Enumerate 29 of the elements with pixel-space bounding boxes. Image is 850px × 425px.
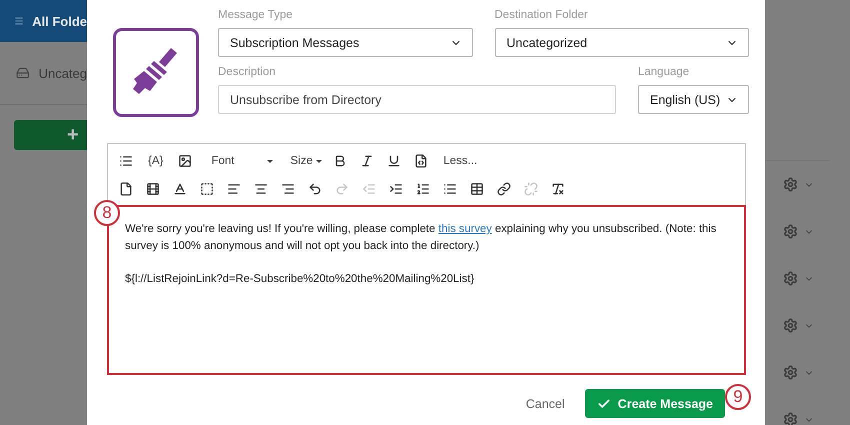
field-label: Destination Folder [494,8,589,23]
dropdown-select[interactable]: English (US) [638,85,749,114]
add-button[interactable]: + [14,120,87,150]
toolbar-button[interactable]: {A} [144,151,168,171]
folder-title: All Folde [32,14,87,28]
message-paragraph: We're sorry you're leaving us! If you're willing, please complete this survey explaining why you unsubscribed. (Note: this survey is 100% anonymous and will not opt you back into the directory.) [125,222,718,254]
settings-icon[interactable] [783,412,798,425]
settings-icon[interactable] [783,365,798,380]
dropdown-select[interactable]: Uncategorized [494,28,749,57]
font-dropdown[interactable]: Size [282,151,322,171]
field-label: Language [638,65,690,80]
survey-link[interactable]: this survey [438,223,492,235]
piped-text: ${l://ListRejoinLink?d=Re-Subscribe%20to%20the%20Mailing%20List} [125,272,476,287]
field-label: Description [218,65,277,80]
field-label: Message Type [218,8,294,23]
description-field[interactable]: Unsubscribe from Directory [218,85,616,114]
paintbrush-icon [113,28,199,117]
cancel-button[interactable]: Cancel [526,392,565,414]
toolbar-button[interactable]: Less... [439,151,482,171]
settings-icon[interactable] [783,271,798,286]
check-icon [596,396,611,410]
create-message-button[interactable]: Create Message [584,389,725,418]
settings-icon[interactable] [783,224,798,239]
font-dropdown[interactable]: Font [203,151,274,171]
settings-icon[interactable] [783,318,798,333]
step-badge: 8 [94,200,120,226]
settings-icon[interactable] [783,177,798,192]
dropdown-select[interactable]: Subscription Messages [218,28,472,57]
step-badge: 9 [725,384,751,410]
